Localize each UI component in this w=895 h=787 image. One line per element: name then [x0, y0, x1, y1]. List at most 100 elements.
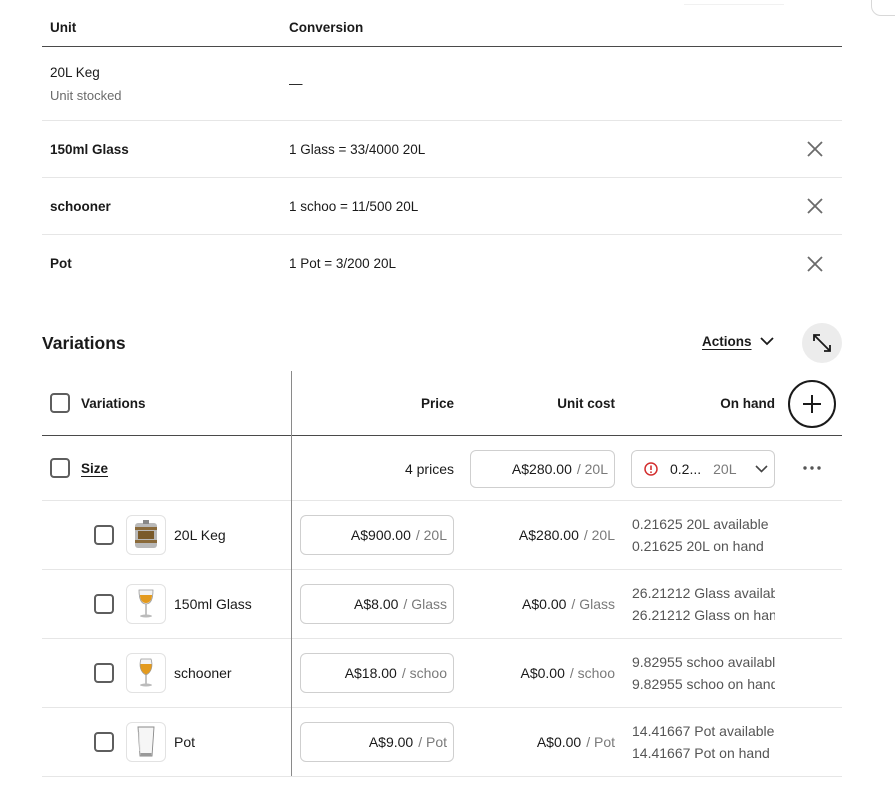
column-divider	[291, 371, 292, 776]
variation-row: schooner A$18.00 / schoo A$0.00 / schoo …	[42, 639, 842, 708]
price-value: A$18.00	[344, 665, 397, 681]
price-unit: / 20L	[415, 527, 447, 543]
on-hand-text: 9.82955 schoo on hand	[632, 676, 775, 692]
available-text: 9.82955 schoo available	[632, 654, 775, 670]
available-text: 26.21212 Glass available	[632, 585, 775, 601]
stock-info: 14.41667 Pot available 14.41667 Pot on h…	[632, 720, 775, 764]
price-input[interactable]: A$900.00 / 20L	[300, 515, 454, 555]
units-table: Unit Conversion 20L Keg Unit stocked — 1…	[42, 0, 842, 292]
price-value: A$900.00	[350, 527, 411, 543]
unit-row: schooner 1 schoo = 11/500 20L	[42, 178, 842, 235]
unit-cost: A$0.00 / Pot	[537, 734, 615, 750]
price-input[interactable]: A$18.00 / schoo	[300, 653, 454, 693]
variation-checkbox[interactable]	[94, 594, 114, 614]
conversion-column-header: Conversion	[289, 20, 364, 35]
price-unit: / schoo	[401, 665, 447, 681]
unit-name: schooner	[50, 198, 111, 214]
on-hand-unit: 20L	[713, 461, 737, 477]
plus-icon	[803, 395, 821, 413]
variation-name: 150ml Glass	[174, 596, 252, 612]
variations-title: Variations	[42, 333, 126, 353]
expand-icon	[813, 334, 831, 352]
add-variation-button[interactable]	[788, 380, 836, 428]
variations-column-header: Variations	[81, 396, 146, 411]
variation-name: schooner	[174, 665, 232, 681]
variation-group-row: Size 4 prices A$280.00 / 20L 0.2... 20L	[42, 436, 842, 501]
actions-label: Actions	[702, 334, 752, 349]
unit-cost-unit: / Pot	[586, 734, 615, 750]
on-hand-text: 14.41667 Pot on hand	[632, 745, 770, 761]
pint-glass-image	[126, 722, 166, 762]
actions-dropdown[interactable]: Actions	[702, 334, 774, 349]
remove-unit-button[interactable]	[806, 140, 824, 158]
unit-column-header: Unit	[50, 20, 77, 35]
remove-unit-button[interactable]	[806, 255, 824, 273]
group-on-hand-select[interactable]: 0.2... 20L	[631, 450, 775, 488]
unit-cost-value: A$0.00	[522, 596, 567, 612]
unit-cost: A$0.00 / schoo	[520, 665, 615, 681]
stock-info: 26.21212 Glass available 26.21212 Glass …	[632, 582, 775, 626]
wine-glass-image	[126, 584, 166, 624]
tulip-glass-image	[126, 653, 166, 693]
unit-name: Pot	[50, 256, 72, 271]
unit-cost-value: A$280.00	[518, 527, 579, 543]
variations-table-header: Variations Price Unit cost On hand	[42, 371, 842, 436]
units-table-header: Unit Conversion	[42, 0, 842, 47]
close-icon	[807, 141, 823, 157]
unit-name: 150ml Glass	[50, 141, 129, 157]
stock-info: 9.82955 schoo available 9.82955 schoo on…	[632, 651, 775, 695]
variation-row: Pot A$9.00 / Pot A$0.00 / Pot 14.41667 P…	[42, 708, 842, 777]
available-text: 0.21625 20L available	[632, 516, 769, 532]
unit-cost-value: A$280.00	[511, 461, 572, 477]
chevron-down-icon	[759, 337, 774, 346]
unit-cost-unit: / 20L	[583, 527, 615, 543]
unit-row: 20L Keg Unit stocked —	[42, 47, 842, 121]
keg-image	[126, 515, 166, 555]
close-icon	[807, 198, 823, 214]
price-value: A$8.00	[354, 596, 399, 612]
unit-cost: A$0.00 / Glass	[522, 596, 615, 612]
stock-info: 0.21625 20L available 0.21625 20L on han…	[632, 513, 775, 557]
unit-cost-unit: / 20L	[576, 461, 608, 477]
group-name-link[interactable]: Size	[81, 461, 108, 476]
chevron-down-icon	[754, 465, 768, 473]
unit-conversion: —	[289, 76, 303, 91]
more-options-button[interactable]	[802, 458, 822, 478]
unit-conversion: 1 schoo = 11/500 20L	[289, 198, 419, 214]
price-unit: / Glass	[403, 596, 447, 612]
variation-name: 20L Keg	[174, 527, 226, 543]
price-unit: / Pot	[418, 734, 447, 750]
unit-cost-value: A$0.00	[520, 665, 565, 681]
variation-row: 150ml Glass A$8.00 / Glass A$0.00 / Glas…	[42, 570, 842, 639]
alert-icon	[644, 462, 658, 476]
price-input[interactable]: A$8.00 / Glass	[300, 584, 454, 624]
group-checkbox[interactable]	[50, 458, 70, 478]
group-unit-cost-input[interactable]: A$280.00 / 20L	[470, 450, 615, 488]
group-prices-count: 4 prices	[404, 461, 454, 477]
unit-cost-column-header: Unit cost	[557, 396, 615, 411]
select-all-checkbox[interactable]	[50, 393, 70, 413]
variations-table: Variations Price Unit cost On hand Size …	[42, 371, 842, 777]
variation-checkbox[interactable]	[94, 525, 114, 545]
on-hand-column-header: On hand	[720, 396, 775, 411]
price-input[interactable]: A$9.00 / Pot	[300, 722, 454, 762]
unit-row: Pot 1 Pot = 3/200 20L	[42, 235, 842, 292]
variation-checkbox[interactable]	[94, 663, 114, 683]
unit-cost-value: A$0.00	[536, 734, 582, 750]
variation-name: Pot	[174, 734, 196, 750]
on-hand-value: 0.2...	[670, 461, 702, 477]
remove-unit-button[interactable]	[806, 197, 824, 215]
variation-checkbox[interactable]	[94, 732, 114, 752]
unit-cost-unit: / Glass	[571, 596, 615, 612]
price-value: A$9.00	[368, 734, 414, 750]
price-column-header: Price	[420, 396, 454, 411]
expand-button[interactable]	[802, 323, 842, 363]
unit-row: 150ml Glass 1 Glass = 33/4000 20L	[42, 121, 842, 178]
available-text: 14.41667 Pot available	[632, 723, 775, 739]
unit-conversion: 1 Glass = 33/4000 20L	[289, 141, 426, 157]
on-hand-text: 26.21212 Glass on hand	[632, 607, 775, 623]
variation-row: 20L Keg A$900.00 / 20L A$280.00 / 20L 0.…	[42, 501, 842, 570]
top-right-button-fragment[interactable]	[871, 0, 895, 16]
unit-cost: A$280.00 / 20L	[519, 527, 615, 543]
more-horizontal-icon	[803, 466, 821, 470]
